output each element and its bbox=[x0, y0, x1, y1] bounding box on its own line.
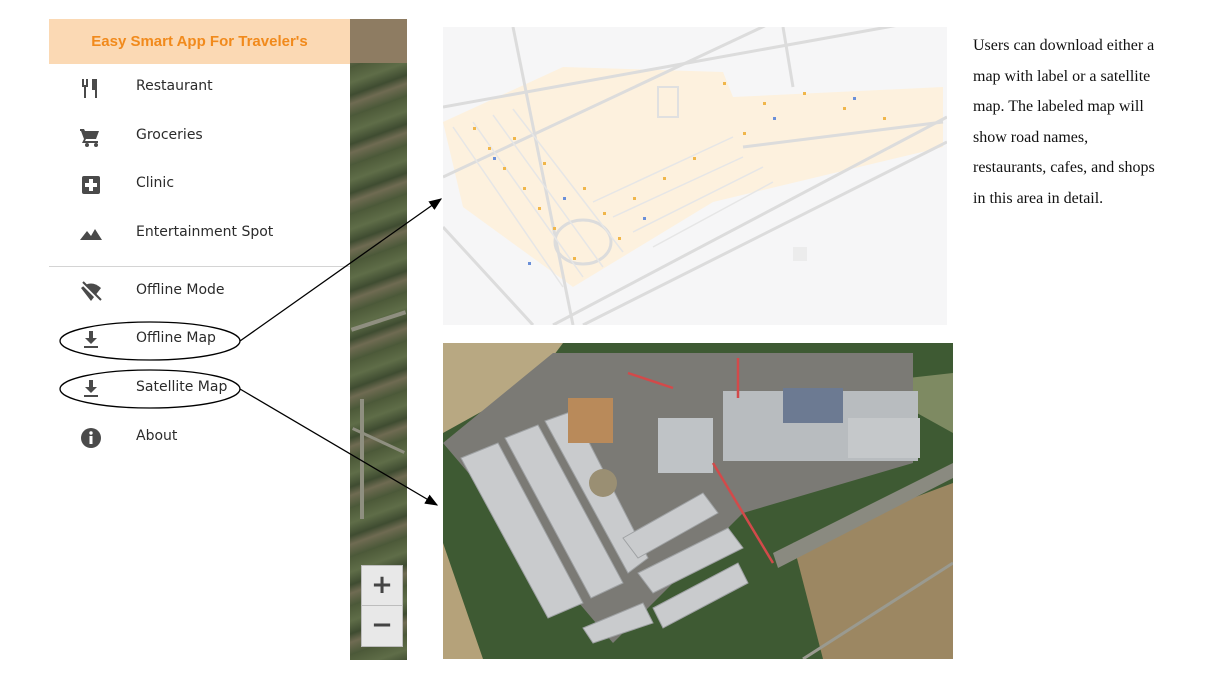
satellite-map-image bbox=[443, 343, 953, 659]
menu-item-label: Restaurant bbox=[136, 78, 213, 94]
app-title: Easy Smart App For Traveler's bbox=[91, 33, 308, 50]
drawer-header: Easy Smart App For Traveler's bbox=[49, 19, 350, 64]
wifi-off-icon bbox=[79, 281, 103, 303]
menu-item-label: Groceries bbox=[136, 127, 203, 143]
description-line: show road names, bbox=[973, 128, 1089, 146]
medical-cross-icon bbox=[79, 174, 103, 196]
menu-item-offline-map[interactable]: Offline Map bbox=[49, 320, 350, 360]
menu-item-about[interactable]: About bbox=[49, 418, 350, 458]
description-line: Users can download either a bbox=[973, 37, 1155, 54]
restaurant-icon bbox=[79, 77, 103, 99]
menu-item-label: Offline Mode bbox=[136, 282, 225, 298]
description-line: restaurants, cafes, and shops bbox=[973, 159, 1155, 176]
download-icon bbox=[79, 329, 103, 351]
menu-item-offline-mode[interactable]: Offline Mode bbox=[49, 272, 350, 312]
description-text: Users can download either a map with lab… bbox=[973, 31, 1213, 214]
menu-item-entertainment-spot[interactable]: Entertainment Spot bbox=[49, 214, 350, 254]
mountain-icon bbox=[79, 223, 103, 245]
description-line: in this area in detail. bbox=[973, 189, 1104, 207]
menu-divider bbox=[49, 266, 350, 267]
menu-item-label: About bbox=[136, 428, 178, 444]
labeled-map-image bbox=[443, 27, 947, 325]
description-line: map with label or a satellite bbox=[973, 67, 1151, 85]
download-icon bbox=[79, 378, 103, 400]
navigation-drawer: Easy Smart App For Traveler's Restaurant… bbox=[49, 19, 350, 660]
shopping-cart-icon bbox=[79, 126, 103, 148]
menu-item-clinic[interactable]: Clinic bbox=[49, 165, 350, 205]
zoom-in-button[interactable]: + bbox=[361, 565, 403, 607]
menu-item-label: Clinic bbox=[136, 175, 175, 191]
menu-item-groceries[interactable]: Groceries bbox=[49, 117, 350, 157]
description-line: map. The labeled map will bbox=[973, 98, 1144, 115]
menu-item-satellite-map[interactable]: Satellite Map bbox=[49, 369, 350, 409]
menu-item-label: Satellite Map bbox=[136, 379, 228, 395]
zoom-out-button[interactable]: − bbox=[361, 605, 403, 647]
background-map[interactable] bbox=[350, 19, 407, 660]
menu-item-label: Offline Map bbox=[136, 330, 216, 346]
menu-item-label: Entertainment Spot bbox=[136, 224, 274, 240]
info-icon bbox=[79, 427, 103, 449]
menu-item-restaurant[interactable]: Restaurant bbox=[49, 68, 350, 108]
